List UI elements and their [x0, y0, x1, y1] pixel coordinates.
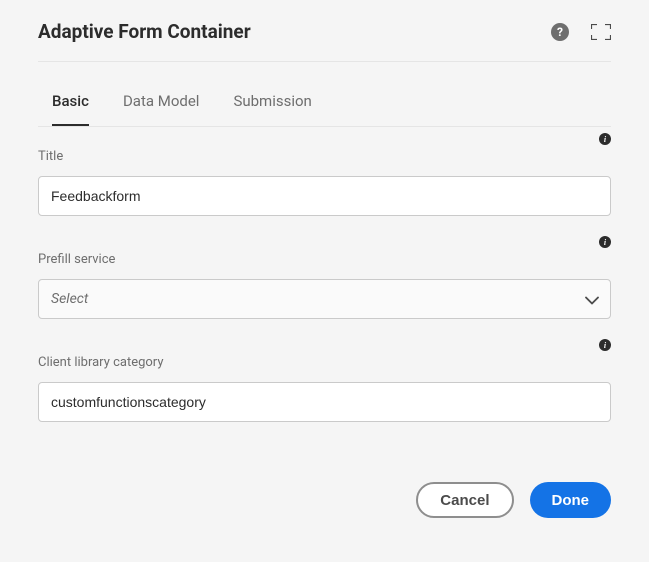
field-title: i Title — [38, 133, 611, 216]
dialog-header: Adaptive Form Container ? — [38, 20, 611, 62]
help-icon[interactable]: ? — [551, 23, 569, 41]
field-prefill: i Prefill service Select — [38, 236, 611, 319]
tabs: Basic Data Model Submission — [38, 62, 611, 127]
done-button[interactable]: Done — [530, 482, 612, 518]
cancel-button[interactable]: Cancel — [416, 482, 513, 518]
tab-basic[interactable]: Basic — [52, 92, 89, 126]
prefill-placeholder: Select — [51, 291, 88, 307]
title-input[interactable] — [38, 176, 611, 216]
info-icon[interactable]: i — [599, 236, 611, 248]
header-actions: ? — [551, 23, 611, 41]
prefill-select[interactable]: Select — [38, 279, 611, 319]
dialog-title: Adaptive Form Container — [38, 20, 251, 43]
tab-submission[interactable]: Submission — [233, 92, 311, 126]
info-icon[interactable]: i — [599, 133, 611, 145]
fullscreen-icon[interactable] — [591, 24, 611, 40]
dialog-footer: Cancel Done — [38, 442, 611, 518]
title-label: Title — [38, 149, 611, 164]
tab-data-model[interactable]: Data Model — [123, 92, 200, 126]
clientlib-input[interactable] — [38, 382, 611, 422]
info-icon[interactable]: i — [599, 339, 611, 351]
field-clientlib: i Client library category — [38, 339, 611, 422]
clientlib-label: Client library category — [38, 355, 611, 370]
prefill-label: Prefill service — [38, 252, 611, 267]
form-body: i Title i Prefill service Select i Clien… — [38, 127, 611, 422]
